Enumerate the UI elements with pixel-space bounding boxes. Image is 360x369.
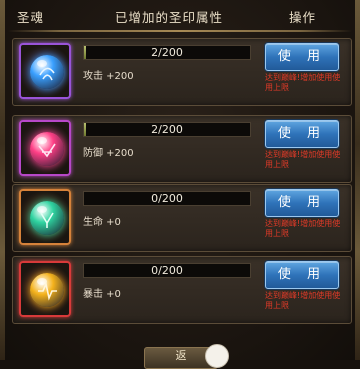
gem-slot[interactable] — [19, 43, 71, 99]
limit-note: 达到巅峰!增加使用使用上限 — [265, 150, 341, 169]
header-operation: 操作 — [289, 10, 317, 25]
attribute-value: 攻击 +200 — [83, 71, 134, 82]
orb-rune-icon — [40, 212, 54, 228]
gem-slot[interactable] — [19, 261, 71, 317]
orb-rune-icon — [39, 67, 55, 81]
progress-text: 0/200 — [151, 264, 183, 277]
limit-note: 达到巅峰!增加使用使用上限 — [265, 219, 341, 238]
use-button[interactable]: 使 用 — [265, 189, 339, 217]
cursor-indicator — [205, 344, 229, 368]
gem-slot[interactable] — [19, 120, 71, 176]
progress-bar: 2/200 — [83, 122, 251, 137]
header-added-attributes: 已增加的圣印属性 — [115, 10, 224, 25]
soul-row: 2/200 攻击 +200 使 用 达到巅峰!增加使用使用上限 — [12, 38, 352, 106]
limit-note: 达到巅峰!增加使用使用上限 — [265, 73, 341, 92]
progress-text: 2/200 — [151, 123, 183, 136]
progress-bar: 0/200 — [83, 263, 251, 278]
orb-rune-icon — [38, 143, 56, 158]
soul-row: 0/200 生命 +0 使 用 达到巅峰!增加使用使用上限 — [12, 184, 352, 252]
left-trim — [0, 0, 5, 360]
soul-row: 2/200 防御 +200 使 用 达到巅峰!增加使用使用上限 — [12, 115, 352, 183]
use-button[interactable]: 使 用 — [265, 261, 339, 289]
use-button[interactable]: 使 用 — [265, 120, 339, 148]
use-button[interactable]: 使 用 — [265, 43, 339, 71]
attribute-value: 防御 +200 — [83, 148, 134, 159]
progress-text: 2/200 — [151, 46, 183, 59]
header-soul: 圣魂 — [17, 10, 45, 25]
progress-bar: 0/200 — [83, 191, 251, 206]
attribute-value: 暴击 +0 — [83, 289, 121, 300]
right-trim — [355, 0, 360, 360]
gem-slot[interactable] — [19, 189, 71, 245]
table-header: 圣魂 已增加的圣印属性 操作 — [0, 0, 360, 34]
soul-row: 0/200 暴击 +0 使 用 达到巅峰!增加使用使用上限 — [12, 256, 352, 324]
attribute-value: 生命 +0 — [83, 217, 121, 228]
header-divider — [8, 30, 352, 32]
orb-rune-icon — [38, 281, 57, 301]
limit-note: 达到巅峰!增加使用使用上限 — [265, 291, 341, 310]
progress-text: 0/200 — [151, 192, 183, 205]
progress-bar: 2/200 — [83, 45, 251, 60]
